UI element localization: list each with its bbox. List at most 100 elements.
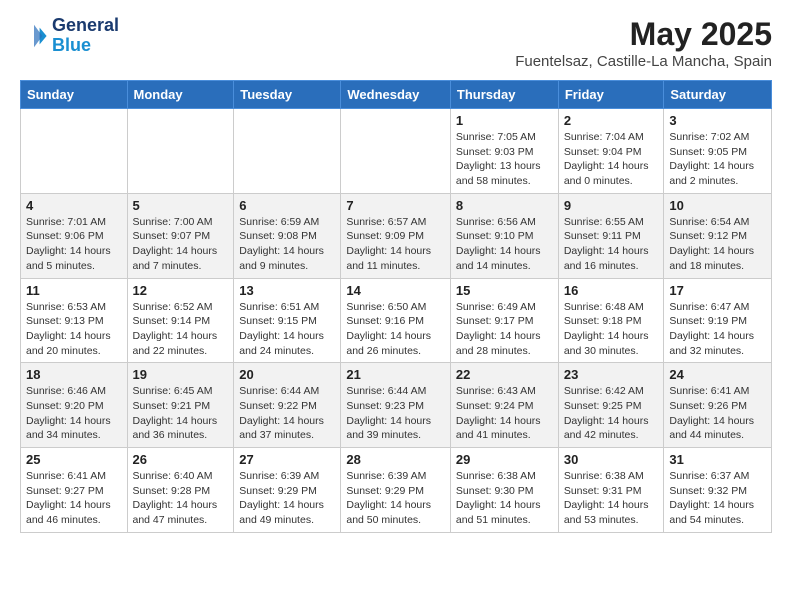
calendar-cell: 17Sunrise: 6:47 AMSunset: 9:19 PMDayligh…	[664, 278, 772, 363]
title-block: May 2025 Fuentelsaz, Castille-La Mancha,…	[515, 16, 772, 70]
calendar-cell: 16 Sunrise: 6:48 AMSunset: 9:18 PMDayligh…	[558, 278, 664, 363]
calendar-week-5: 25 Sunrise: 6:41 AMSunset: 9:27 PMDayligh…	[21, 448, 772, 533]
calendar-cell: 4Sunrise: 7:01 AMSunset: 9:06 PMDaylight…	[21, 193, 128, 278]
day-number: 13	[239, 283, 335, 298]
day-info: Sunrise: 6:50 AMSunset: 9:16 PMDaylight:…	[346, 300, 445, 359]
day-number: 31	[669, 452, 766, 467]
header: General Blue May 2025 Fuentelsaz, Castil…	[20, 16, 772, 70]
day-info: Sunrise: 6:47 AMSunset: 9:19 PMDaylight:…	[669, 300, 766, 359]
day-info: Sunrise: 7:04 AMSunset: 9:04 PMDaylight:…	[564, 130, 659, 189]
day-info: Sunrise: 6:48 AMSunset: 9:18 PMDaylight:…	[564, 300, 659, 359]
day-info: Sunrise: 6:38 AMSunset: 9:30 PMDaylight:…	[456, 469, 553, 528]
day-number: 27	[239, 452, 335, 467]
col-sunday: Sunday	[21, 81, 128, 109]
col-tuesday: Tuesday	[234, 81, 341, 109]
day-info: Sunrise: 6:53 AMSunset: 9:13 PMDaylight:…	[26, 300, 122, 359]
calendar-cell: 12Sunrise: 6:52 AMSunset: 9:14 PMDayligh…	[127, 278, 234, 363]
calendar-cell: 3 Sunrise: 7:02 AMSunset: 9:05 PMDaylight…	[664, 109, 772, 194]
calendar-cell: 5 Sunrise: 7:00 AMSunset: 9:07 PMDaylight…	[127, 193, 234, 278]
day-number: 26	[133, 452, 229, 467]
calendar-cell: 20 Sunrise: 6:44 AMSunset: 9:22 PMDayligh…	[234, 363, 341, 448]
calendar-cell: 6 Sunrise: 6:59 AMSunset: 9:08 PMDaylight…	[234, 193, 341, 278]
day-number: 16	[564, 283, 659, 298]
calendar-week-3: 11Sunrise: 6:53 AMSunset: 9:13 PMDayligh…	[21, 278, 772, 363]
day-info: Sunrise: 6:45 AMSunset: 9:21 PMDaylight:…	[133, 384, 229, 443]
day-info: Sunrise: 6:40 AMSunset: 9:28 PMDaylight:…	[133, 469, 229, 528]
calendar-cell: 30 Sunrise: 6:38 AMSunset: 9:31 PMDayligh…	[558, 448, 664, 533]
day-info: Sunrise: 6:44 AMSunset: 9:23 PMDaylight:…	[346, 384, 445, 443]
calendar-cell: 29 Sunrise: 6:38 AMSunset: 9:30 PMDayligh…	[450, 448, 558, 533]
calendar-cell: 13 Sunrise: 6:51 AMSunset: 9:15 PMDayligh…	[234, 278, 341, 363]
day-info: Sunrise: 6:37 AMSunset: 9:32 PMDaylight:…	[669, 469, 766, 528]
day-number: 22	[456, 367, 553, 382]
day-number: 24	[669, 367, 766, 382]
day-info: Sunrise: 6:56 AMSunset: 9:10 PMDaylight:…	[456, 215, 553, 274]
day-info: Sunrise: 6:59 AMSunset: 9:08 PMDaylight:…	[239, 215, 335, 274]
logo: General Blue	[20, 16, 119, 56]
day-info: Sunrise: 6:51 AMSunset: 9:15 PMDaylight:…	[239, 300, 335, 359]
header-row: Sunday Monday Tuesday Wednesday Thursday…	[21, 81, 772, 109]
calendar-cell	[21, 109, 128, 194]
col-wednesday: Wednesday	[341, 81, 451, 109]
day-info: Sunrise: 6:55 AMSunset: 9:11 PMDaylight:…	[564, 215, 659, 274]
day-number: 1	[456, 113, 553, 128]
day-number: 23	[564, 367, 659, 382]
logo-text: General Blue	[52, 16, 119, 56]
calendar-cell: 15 Sunrise: 6:49 AMSunset: 9:17 PMDayligh…	[450, 278, 558, 363]
day-number: 18	[26, 367, 122, 382]
day-number: 30	[564, 452, 659, 467]
day-info: Sunrise: 7:02 AMSunset: 9:05 PMDaylight:…	[669, 130, 766, 189]
calendar-cell: 26 Sunrise: 6:40 AMSunset: 9:28 PMDayligh…	[127, 448, 234, 533]
day-info: Sunrise: 6:46 AMSunset: 9:20 PMDaylight:…	[26, 384, 122, 443]
day-info: Sunrise: 6:39 AMSunset: 9:29 PMDaylight:…	[346, 469, 445, 528]
calendar-cell: 19 Sunrise: 6:45 AMSunset: 9:21 PMDayligh…	[127, 363, 234, 448]
calendar-cell: 18 Sunrise: 6:46 AMSunset: 9:20 PMDayligh…	[21, 363, 128, 448]
day-info: Sunrise: 6:41 AMSunset: 9:27 PMDaylight:…	[26, 469, 122, 528]
day-info: Sunrise: 7:05 AMSunset: 9:03 PMDaylight:…	[456, 130, 553, 189]
day-number: 28	[346, 452, 445, 467]
day-number: 25	[26, 452, 122, 467]
day-number: 8	[456, 198, 553, 213]
calendar-cell	[127, 109, 234, 194]
location-title: Fuentelsaz, Castille-La Mancha, Spain	[515, 53, 772, 70]
calendar-cell: 7Sunrise: 6:57 AMSunset: 9:09 PMDaylight…	[341, 193, 451, 278]
col-saturday: Saturday	[664, 81, 772, 109]
day-number: 10	[669, 198, 766, 213]
day-info: Sunrise: 6:44 AMSunset: 9:22 PMDaylight:…	[239, 384, 335, 443]
calendar-week-2: 4Sunrise: 7:01 AMSunset: 9:06 PMDaylight…	[21, 193, 772, 278]
day-info: Sunrise: 7:00 AMSunset: 9:07 PMDaylight:…	[133, 215, 229, 274]
col-monday: Monday	[127, 81, 234, 109]
day-info: Sunrise: 6:42 AMSunset: 9:25 PMDaylight:…	[564, 384, 659, 443]
month-title: May 2025	[515, 16, 772, 53]
calendar-cell: 2 Sunrise: 7:04 AMSunset: 9:04 PMDaylight…	[558, 109, 664, 194]
day-info: Sunrise: 6:54 AMSunset: 9:12 PMDaylight:…	[669, 215, 766, 274]
day-number: 2	[564, 113, 659, 128]
day-number: 3	[669, 113, 766, 128]
day-info: Sunrise: 6:41 AMSunset: 9:26 PMDaylight:…	[669, 384, 766, 443]
day-number: 19	[133, 367, 229, 382]
calendar-cell: 24 Sunrise: 6:41 AMSunset: 9:26 PMDayligh…	[664, 363, 772, 448]
calendar-cell: 8 Sunrise: 6:56 AMSunset: 9:10 PMDaylight…	[450, 193, 558, 278]
day-info: Sunrise: 6:57 AMSunset: 9:09 PMDaylight:…	[346, 215, 445, 274]
day-number: 6	[239, 198, 335, 213]
day-info: Sunrise: 6:43 AMSunset: 9:24 PMDaylight:…	[456, 384, 553, 443]
day-number: 5	[133, 198, 229, 213]
calendar-cell	[341, 109, 451, 194]
day-info: Sunrise: 6:39 AMSunset: 9:29 PMDaylight:…	[239, 469, 335, 528]
calendar-cell: 23 Sunrise: 6:42 AMSunset: 9:25 PMDayligh…	[558, 363, 664, 448]
calendar-cell: 22 Sunrise: 6:43 AMSunset: 9:24 PMDayligh…	[450, 363, 558, 448]
day-info: Sunrise: 6:49 AMSunset: 9:17 PMDaylight:…	[456, 300, 553, 359]
calendar-cell: 28 Sunrise: 6:39 AMSunset: 9:29 PMDayligh…	[341, 448, 451, 533]
day-number: 29	[456, 452, 553, 467]
calendar-cell: 31 Sunrise: 6:37 AMSunset: 9:32 PMDayligh…	[664, 448, 772, 533]
day-number: 15	[456, 283, 553, 298]
day-number: 12	[133, 283, 229, 298]
col-friday: Friday	[558, 81, 664, 109]
day-number: 20	[239, 367, 335, 382]
day-info: Sunrise: 6:38 AMSunset: 9:31 PMDaylight:…	[564, 469, 659, 528]
calendar-cell: 1 Sunrise: 7:05 AMSunset: 9:03 PMDaylight…	[450, 109, 558, 194]
day-number: 21	[346, 367, 445, 382]
calendar-cell: 9Sunrise: 6:55 AMSunset: 9:11 PMDaylight…	[558, 193, 664, 278]
calendar-cell: 25 Sunrise: 6:41 AMSunset: 9:27 PMDayligh…	[21, 448, 128, 533]
logo-icon	[20, 22, 48, 50]
